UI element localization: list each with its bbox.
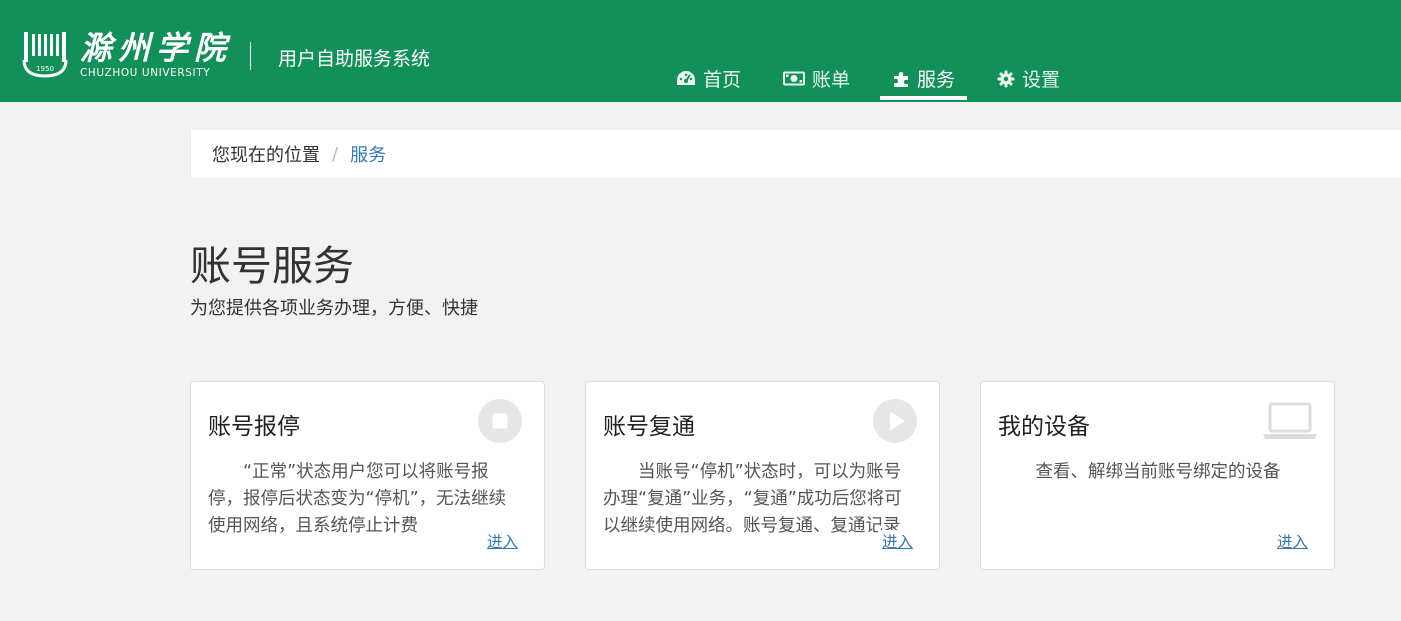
nav-label: 首页 xyxy=(703,69,742,91)
breadcrumb-current[interactable]: 服务 xyxy=(350,141,386,167)
puzzle-icon xyxy=(892,70,910,88)
card-title: 账号复通 xyxy=(603,414,695,440)
enter-link[interactable]: 进入 xyxy=(482,530,518,552)
header-divider xyxy=(250,42,251,70)
card-description: “正常”状态用户您可以将账号报停，报停后状态变为“停机”，无法继续使用网络，且系… xyxy=(208,462,507,536)
card-description: 查看、解绑当前账号绑定的设备 xyxy=(1035,462,1281,482)
nav-item-settings[interactable]: 设置 xyxy=(985,58,1072,99)
logo-english-name: CHUZHOU UNIVERSITY xyxy=(80,67,211,79)
card-description: 当账号“停机”状态时，可以为账号办理“复通”业务，“复通”成功后您将可以继续使用… xyxy=(603,462,902,536)
logo-chinese-name: 滁州学院 xyxy=(80,29,233,67)
nav-item-service[interactable]: 服务 xyxy=(880,58,968,100)
nav-label: 设置 xyxy=(1022,69,1061,91)
dashboard-icon xyxy=(676,70,696,87)
money-icon xyxy=(783,71,806,86)
breadcrumb-label: 您现在的位置 xyxy=(212,145,320,166)
card-account-suspend: 账号报停 “正常”状态用户您可以将账号报停，报停后状态变为“停机”，无法继续使用… xyxy=(190,381,545,570)
university-logo[interactable]: 1950 滁州学院 CHUZHOU UNIVERSITY xyxy=(22,30,226,80)
main-nav: 首页 账单 服务 设置 xyxy=(664,58,1072,102)
nav-item-home[interactable]: 首页 xyxy=(664,58,753,99)
card-title: 我的设备 xyxy=(998,414,1090,440)
logo-emblem-icon: 1950 xyxy=(22,32,68,78)
card-my-devices: 我的设备 查看、解绑当前账号绑定的设备 进入 xyxy=(980,381,1335,570)
card-title: 账号报停 xyxy=(208,414,300,440)
page-title: 账号服务 xyxy=(190,242,354,290)
stop-icon xyxy=(478,399,522,447)
logo-year: 1950 xyxy=(36,65,54,73)
nav-item-bill[interactable]: 账单 xyxy=(771,58,862,99)
nav-label: 服务 xyxy=(917,69,956,91)
nav-label: 账单 xyxy=(812,69,851,91)
enter-link[interactable]: 进入 xyxy=(1272,530,1308,552)
laptop-icon xyxy=(1262,402,1318,444)
top-header: 1950 滁州学院 CHUZHOU UNIVERSITY 用户自助服务系统 首页… xyxy=(0,0,1401,102)
breadcrumb: 您现在的位置 / 服务 xyxy=(190,130,1401,179)
breadcrumb-separator: / xyxy=(332,143,339,165)
card-account-resume: 账号复通 当账号“停机”状态时，可以为账号办理“复通”业务，“复通”成功后您将可… xyxy=(585,381,940,570)
gear-icon xyxy=(997,70,1015,88)
enter-link[interactable]: 进入 xyxy=(877,530,913,552)
system-title: 用户自助服务系统 xyxy=(278,48,431,70)
page-subtitle: 为您提供各项业务办理，方便、快捷 xyxy=(190,298,478,319)
play-icon xyxy=(873,399,917,447)
